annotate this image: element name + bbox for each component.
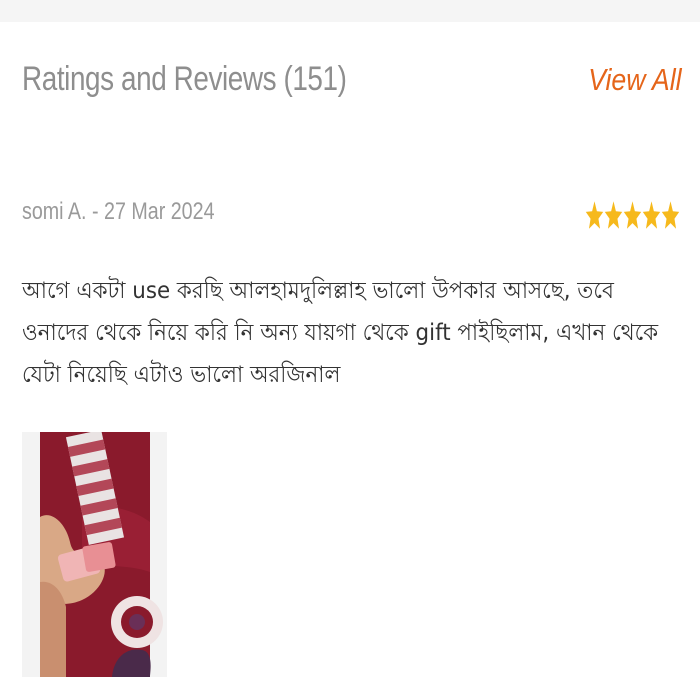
star-icon [661,201,680,229]
star-icon [604,201,623,229]
star-icon [623,201,642,229]
view-all-link[interactable]: View All [589,62,682,98]
star-icon [585,201,604,229]
review-meta: somi A. - 27 Mar 2024 [22,198,680,234]
reviews-header: Ratings and Reviews (151) View All [22,60,682,110]
reviewer-name-date: somi A. - 27 Mar 2024 [22,198,215,225]
review-photo-image [22,432,167,677]
review-text: আগে একটা use করছি আলহামদুলিল্লাহ ভালো উপ… [22,278,659,388]
review-page: Ratings and Reviews (151) View All somi … [0,0,700,700]
star-icon [642,201,661,229]
star-rating [585,200,680,230]
top-divider [0,0,700,22]
section-title: Ratings and Reviews (151) [22,60,347,98]
review-photo-thumbnail[interactable] [22,432,167,677]
